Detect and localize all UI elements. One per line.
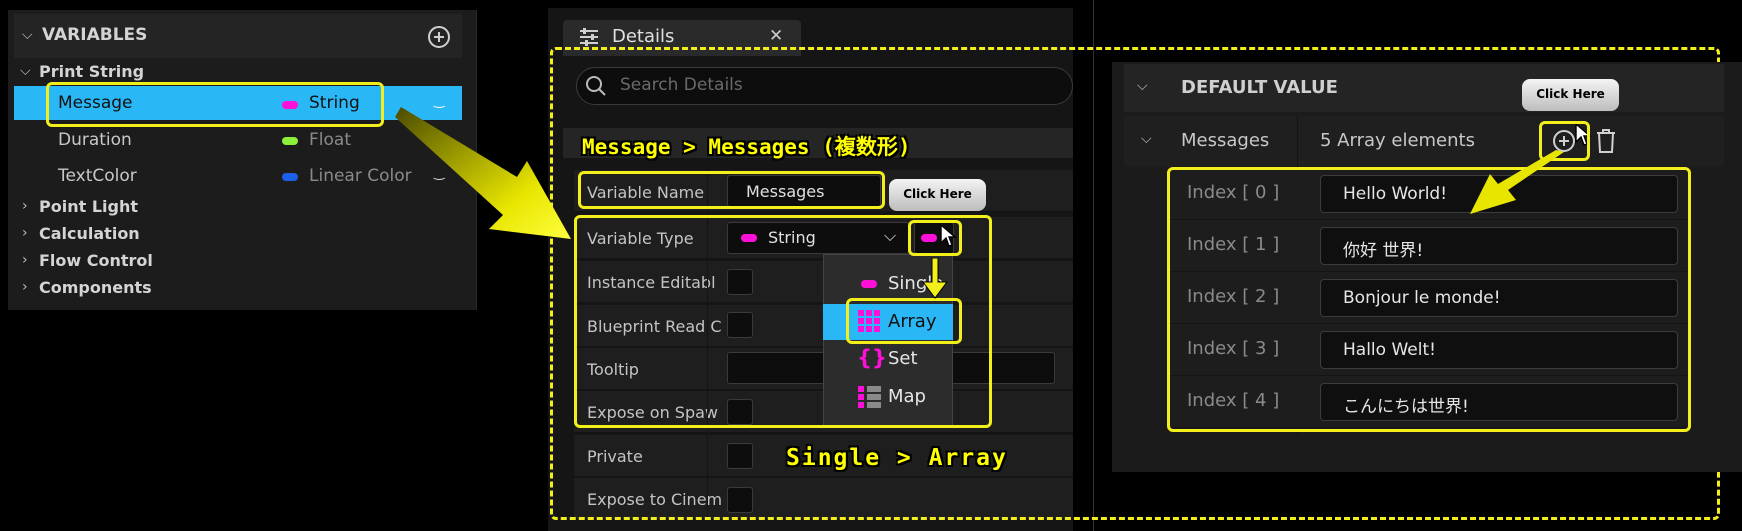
chevron-down-icon[interactable]: ⌵ [20,63,31,79]
variable-name[interactable]: TextColor [58,166,137,186]
chevron-right-icon[interactable]: › [22,252,28,268]
click-here-bubble: Click Here [1522,79,1619,111]
highlight-array-elements [1167,167,1691,432]
array-name: Messages [1181,130,1270,151]
chevron-down-icon[interactable]: ⌵ [1141,131,1152,147]
trash-icon[interactable] [1595,128,1617,154]
details-sliders-icon [580,28,598,46]
variable-name[interactable]: Duration [58,130,132,150]
variable-type: Float [309,130,351,150]
category-point-light[interactable]: Point Light [39,197,138,216]
default-value-title: DEFAULT VALUE [1181,77,1338,98]
category-flow-control[interactable]: Flow Control [39,251,153,270]
chevron-right-icon[interactable]: › [22,225,28,241]
category-print-string[interactable]: Print String [39,62,144,81]
close-icon[interactable]: ✕ [769,26,783,46]
chevron-right-icon[interactable]: › [22,279,28,295]
chevron-down-icon[interactable]: ⌵ [1137,78,1148,94]
highlight-message-row [46,82,384,127]
arrow-annotation [395,107,571,239]
chevron-down-icon[interactable]: ⌵ [22,27,33,43]
chevron-right-icon[interactable]: › [22,198,28,214]
linear-color-type-pin-icon [282,173,298,181]
category-components[interactable]: Components [39,278,152,297]
arrow-annotation [1470,150,1564,214]
add-variable-icon[interactable] [427,25,451,49]
float-type-pin-icon [282,137,298,145]
details-tab-title: Details [612,26,675,47]
variables-section-title: VARIABLES [42,25,148,45]
array-count: 5 Array elements [1320,130,1475,151]
category-calculation[interactable]: Calculation [39,224,140,243]
